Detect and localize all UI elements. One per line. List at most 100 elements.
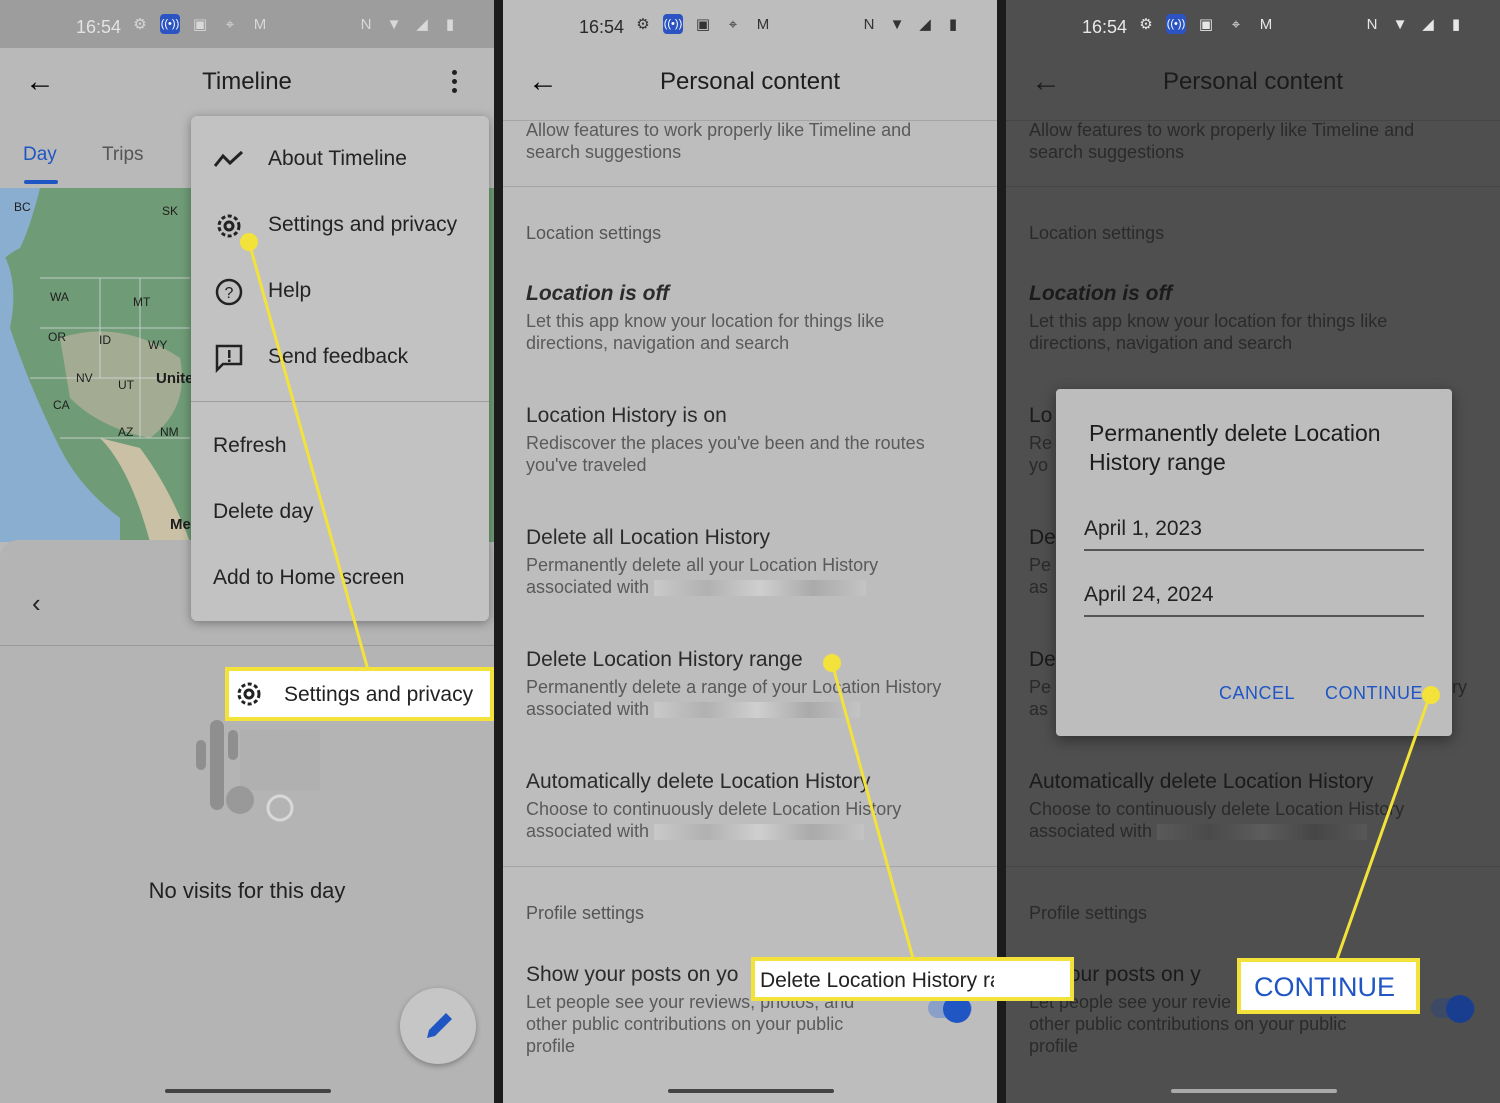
map-label: SK xyxy=(162,204,179,218)
previous-day-icon[interactable]: ‹ xyxy=(32,588,41,619)
item-subtitle-partial: as xyxy=(1029,577,1049,597)
item-subtitle: Let this app know your location for thin… xyxy=(526,311,885,353)
app-bar: ← Timeline xyxy=(0,48,494,116)
item-title-partial: De xyxy=(1029,648,1056,671)
dialog-title: Permanently delete Location History rang… xyxy=(1089,420,1381,475)
map-label: CA xyxy=(53,398,70,412)
delete-history-range-row[interactable]: Delete Location History range Permanentl… xyxy=(503,636,997,746)
battery-icon: ▮ xyxy=(1451,16,1461,33)
show-posts-toggle-knob xyxy=(1446,995,1474,1023)
item-subtitle: associated with xyxy=(526,577,650,597)
menu-item-label: Add to Home screen xyxy=(213,566,405,589)
battery-icon: ▮ xyxy=(948,16,958,33)
item-title: Automatically delete Location History xyxy=(1029,770,1374,793)
divider xyxy=(1006,866,1500,867)
status-time: 16:54 xyxy=(579,17,625,37)
divider xyxy=(0,645,494,646)
start-date-field[interactable]: April 1, 2023 xyxy=(1084,511,1424,551)
intro-text: Allow features to work properly like Tim… xyxy=(1029,120,1415,162)
status-icons-right: N ▼ ◢ ▮ xyxy=(356,14,460,34)
nfc-icon: N xyxy=(1366,15,1378,33)
location-status-icon: ⌖ xyxy=(225,15,235,33)
timeline-icon xyxy=(213,150,244,167)
callout-delete-range: Delete Location History range xyxy=(751,957,997,1001)
item-subtitle-partial: Pe xyxy=(1029,555,1052,575)
signal-icon: ◢ xyxy=(919,16,931,33)
status-time: 16:54 xyxy=(1082,17,1128,37)
map-label: UT xyxy=(118,378,134,392)
app-bar: ← Personal content xyxy=(1006,48,1500,116)
edit-fab[interactable] xyxy=(400,988,476,1064)
svg-text:?: ? xyxy=(225,285,234,302)
item-title: Location is off xyxy=(526,282,670,305)
more-options-icon[interactable] xyxy=(436,64,472,100)
menu-item-label: Delete day xyxy=(213,500,314,523)
menu-item-about-timeline[interactable]: About Timeline xyxy=(191,126,489,192)
cast-status-icon: ▣ xyxy=(695,16,711,33)
delete-range-dialog-screen: 16:54 ⚙ ((•)) ▣ ⌖ M N ▼ ◢ ▮ ← Personal c… xyxy=(1006,0,1500,1103)
location-history-row[interactable]: Location History is on Rediscover the pl… xyxy=(503,392,997,502)
menu-item-send-feedback[interactable]: Send feedback xyxy=(191,324,489,390)
location-status-icon: ⌖ xyxy=(1231,15,1241,33)
location-toggle-row[interactable]: Location is off Let this app know your l… xyxy=(503,270,997,380)
menu-item-delete-day[interactable]: Delete day xyxy=(191,479,489,545)
item-subtitle-partial: ry xyxy=(1452,677,1467,697)
nfc-icon: N xyxy=(863,15,875,33)
item-title: Location is off xyxy=(1029,282,1173,305)
delete-range-dialog: Permanently delete Location History rang… xyxy=(1056,389,1452,736)
location-status-icon: ⌖ xyxy=(728,15,738,33)
section-profile-settings: Profile settings xyxy=(526,903,645,923)
redacted-account xyxy=(654,580,867,597)
menu-item-help[interactable]: ? Help xyxy=(191,258,489,324)
callout-dot xyxy=(823,654,841,672)
wifi-icon: ▼ xyxy=(386,15,402,33)
nfc-icon: N xyxy=(360,15,372,33)
menu-divider xyxy=(191,401,489,402)
auto-delete-row[interactable]: Automatically delete Location History Ch… xyxy=(503,758,997,868)
signal-icon: ◢ xyxy=(416,16,428,33)
item-subtitle-partial: as xyxy=(1029,699,1049,719)
menu-item-add-to-home[interactable]: Add to Home screen xyxy=(191,545,489,611)
intro-text: Allow features to work properly like Tim… xyxy=(526,120,912,162)
delete-all-history-row[interactable]: Delete all Location History Permanently … xyxy=(503,514,997,624)
feedback-icon xyxy=(215,344,243,374)
item-subtitle-account: associated with xyxy=(526,576,867,598)
map-label: NV xyxy=(76,371,93,385)
item-subtitle-partial: Re xyxy=(1029,433,1053,453)
callout-overflow xyxy=(994,957,1074,1001)
tab-day[interactable]: Day xyxy=(23,144,57,166)
map-label: AZ xyxy=(118,425,134,439)
home-indicator xyxy=(668,1089,834,1093)
wifi-icon: ▼ xyxy=(889,15,905,33)
item-subtitle-account: associated with xyxy=(1029,820,1368,842)
item-subtitle: associated with xyxy=(526,699,650,719)
section-location-settings: Location settings xyxy=(526,223,662,243)
callout-settings-privacy: Settings and privacy xyxy=(225,667,494,721)
status-bar: 16:54 ⚙ ((•)) ▣ ⌖ M N ▼ ◢ ▮ xyxy=(1006,0,1500,48)
item-subtitle: associated with xyxy=(526,821,650,841)
map-label: ID xyxy=(99,333,111,347)
broadcast-status-icon: ((•)) xyxy=(663,14,683,34)
help-icon: ? xyxy=(215,278,243,306)
menu-item-label: Help xyxy=(268,279,312,302)
app-bar: ← Personal content xyxy=(503,48,997,116)
settings-status-icon: ⚙ xyxy=(133,16,147,33)
divider xyxy=(503,186,997,187)
item-subtitle-account: associated with xyxy=(526,698,861,720)
tab-trips[interactable]: Trips xyxy=(102,144,144,166)
menu-item-refresh[interactable]: Refresh xyxy=(191,413,489,479)
menu-item-settings-privacy[interactable]: Settings and privacy xyxy=(191,192,489,258)
item-title-partial: De xyxy=(1029,526,1056,549)
continue-button[interactable]: CONTINUE xyxy=(1325,683,1423,704)
map-label: OR xyxy=(48,330,66,344)
menu-item-label: Send feedback xyxy=(268,345,409,368)
item-subtitle: Choose to continuously delete Location H… xyxy=(1029,799,1405,819)
status-bar: 16:54 ⚙ ((•)) ▣ ⌖ M N ▼ ◢ ▮ xyxy=(503,0,997,48)
callout-dot xyxy=(1422,686,1440,704)
map-label: BC xyxy=(14,200,31,214)
item-title-partial: Lo xyxy=(1029,404,1053,427)
end-date-field[interactable]: April 24, 2024 xyxy=(1084,577,1424,617)
section-location-settings: Location settings xyxy=(1029,223,1165,243)
cancel-button[interactable]: CANCEL xyxy=(1219,683,1295,704)
map-label: WA xyxy=(50,290,69,304)
